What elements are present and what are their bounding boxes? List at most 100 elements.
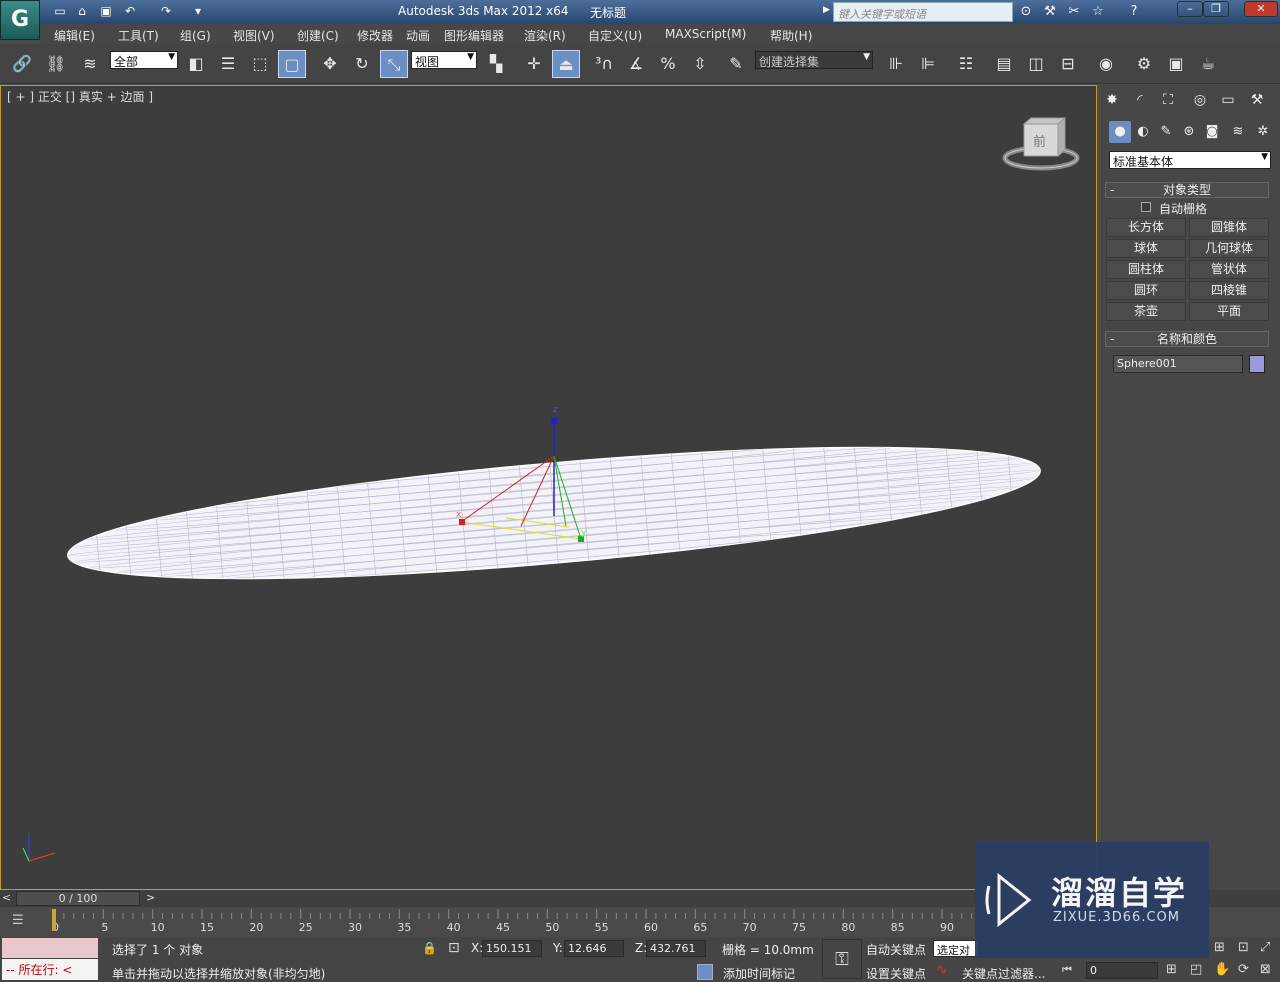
spinner-snap-icon[interactable]: ⇳ <box>686 50 714 78</box>
pivot-center-icon[interactable]: ▚ <box>482 50 510 78</box>
menu-edit[interactable]: 编辑(E) <box>54 27 95 44</box>
zoom-extents-icon[interactable]: ⊡ <box>1238 940 1249 955</box>
menu-graph-editors[interactable]: 图形编辑器 <box>444 27 504 44</box>
maxscript-listener-mini[interactable] <box>2 938 98 958</box>
sphere-button[interactable]: 球体 <box>1106 239 1186 258</box>
menu-views[interactable]: 视图(V) <box>233 27 275 44</box>
select-object-icon[interactable]: ◧ <box>182 50 210 78</box>
edit-named-selection-icon[interactable]: ✎ <box>722 50 750 78</box>
minimize-button[interactable]: – <box>1177 1 1203 17</box>
time-slider-thumb[interactable]: 0 / 100 <box>16 891 140 906</box>
select-and-link-icon[interactable]: 🔗 <box>8 50 36 78</box>
auto-key-button[interactable]: 自动关键点 <box>866 941 926 958</box>
orbit-icon[interactable]: ⟳ <box>1238 962 1249 977</box>
space-warps-subtab-icon[interactable]: ≋ <box>1227 121 1249 143</box>
communication-icon[interactable]: ✂ <box>1065 3 1083 21</box>
current-frame-marker[interactable] <box>52 909 56 931</box>
x-coordinate-input[interactable]: 150.151 <box>482 940 542 957</box>
undo-icon[interactable]: ↶ <box>122 4 138 19</box>
restore-button[interactable]: ❐ <box>1203 1 1229 17</box>
modify-tab-icon[interactable]: ◜ <box>1129 89 1151 111</box>
time-tag-icon[interactable] <box>697 964 713 980</box>
search-expand-icon[interactable]: ▶ <box>823 5 830 15</box>
select-and-move-icon[interactable]: ✥ <box>316 50 344 78</box>
quick-access-dropdown-icon[interactable]: ▾ <box>190 4 206 19</box>
redo-icon[interactable]: ↷ <box>158 4 174 19</box>
torus-button[interactable]: 圆环 <box>1106 281 1186 300</box>
zoom-extents-all-icon[interactable]: ⊞ <box>1214 940 1225 955</box>
autogrid-checkbox[interactable] <box>1141 202 1151 212</box>
cone-button[interactable]: 圆锥体 <box>1189 218 1269 237</box>
lock-selection-icon[interactable]: 🔒 <box>422 941 437 955</box>
plane-button[interactable]: 平面 <box>1189 302 1269 321</box>
add-time-tag-button[interactable]: 添加时间标记 <box>723 965 795 982</box>
pyramid-button[interactable]: 四棱锥 <box>1189 281 1269 300</box>
mirror-icon[interactable]: ⊪ <box>882 50 910 78</box>
teapot-button[interactable]: 茶壶 <box>1106 302 1186 321</box>
object-color-swatch[interactable] <box>1249 355 1265 373</box>
menu-tools[interactable]: 工具(T) <box>118 27 159 44</box>
select-manipulate-icon[interactable]: ✛ <box>520 50 548 78</box>
menu-help[interactable]: 帮助(H) <box>770 27 812 44</box>
hierarchy-tab-icon[interactable]: ⛶ <box>1157 89 1179 111</box>
select-by-name-icon[interactable]: ☰ <box>214 50 242 78</box>
motion-tab-icon[interactable]: ◎ <box>1189 89 1211 111</box>
unlink-selection-icon[interactable]: ⛓ <box>42 50 70 78</box>
menu-modifiers[interactable]: 修改器 <box>357 27 393 44</box>
favorites-star-icon[interactable]: ☆ <box>1089 3 1107 21</box>
select-and-rotate-icon[interactable]: ↻ <box>348 50 376 78</box>
time-slider-next-icon[interactable]: > <box>146 891 155 904</box>
layer-manager-icon[interactable]: ☷ <box>952 50 980 78</box>
systems-subtab-icon[interactable]: ✲ <box>1252 121 1274 143</box>
object-name-input[interactable]: Sphere001 <box>1113 355 1243 373</box>
bind-space-warp-icon[interactable]: ≋ <box>76 50 104 78</box>
keyboard-shortcut-override-icon[interactable]: ⏏ <box>552 50 580 78</box>
pan-view-icon[interactable]: ✋ <box>1214 962 1230 977</box>
menu-animation[interactable]: 动画 <box>406 27 430 44</box>
geosphere-button[interactable]: 几何球体 <box>1189 239 1269 258</box>
display-tab-icon[interactable]: ▭ <box>1217 89 1239 111</box>
goto-start-icon[interactable]: ⏮ <box>1062 963 1072 977</box>
window-crossing-icon[interactable]: ▢ <box>278 50 306 78</box>
angle-snap-icon[interactable]: ∡ <box>622 50 650 78</box>
menu-rendering[interactable]: 渲染(R) <box>524 27 566 44</box>
time-config-icon[interactable]: ⊞ <box>1166 962 1177 977</box>
lights-subtab-icon[interactable]: ✎ <box>1155 121 1177 143</box>
set-key-button[interactable]: 设置关键点 <box>866 965 926 982</box>
schematic-view-icon[interactable]: ⊟ <box>1054 50 1082 78</box>
material-editor-icon[interactable]: ◉ <box>1092 50 1120 78</box>
time-slider-prev-icon[interactable]: < <box>2 891 11 904</box>
new-file-icon[interactable]: ▭ <box>52 4 68 19</box>
track-bar[interactable]: ☰ 051015202530354045505560657075808590 <box>0 907 975 937</box>
render-setup-icon[interactable]: ⚙ <box>1130 50 1158 78</box>
box-button[interactable]: 长方体 <box>1106 218 1186 237</box>
utilities-tab-icon[interactable]: ⚒ <box>1246 89 1268 111</box>
geometry-subtab-icon[interactable]: ● <box>1109 121 1131 143</box>
create-tab-icon[interactable]: ✸ <box>1101 89 1123 111</box>
close-button[interactable]: ✕ <box>1244 1 1278 17</box>
curve-editor-icon[interactable]: ◫ <box>1022 50 1050 78</box>
object-category-dropdown[interactable]: 标准基本体 ▼ <box>1109 151 1271 169</box>
rendered-frame-window-icon[interactable]: ▣ <box>1162 50 1190 78</box>
shapes-subtab-icon[interactable]: ◐ <box>1132 121 1154 143</box>
graphite-tools-icon[interactable]: ▤ <box>990 50 1018 78</box>
menu-maxscript[interactable]: MAXScript(M) <box>665 27 746 41</box>
snaps-toggle-icon[interactable]: ³∩ <box>590 50 618 78</box>
binoculars-icon[interactable]: ⊙ <box>1017 3 1035 21</box>
name-color-rollout[interactable]: - 名称和颜色 <box>1105 331 1269 347</box>
helpers-subtab-icon[interactable]: ◙ <box>1201 121 1223 143</box>
render-production-icon[interactable]: ☕ <box>1194 50 1222 78</box>
menu-group[interactable]: 组(G) <box>180 27 211 44</box>
z-coordinate-input[interactable]: 432.761 <box>646 940 706 957</box>
align-icon[interactable]: ⊫ <box>914 50 942 78</box>
help-icon[interactable]: ? <box>1125 3 1143 21</box>
menu-customize[interactable]: 自定义(U) <box>588 27 642 44</box>
maximize-toggle-icon[interactable]: ⊠ <box>1260 962 1271 977</box>
key-filters-button[interactable]: 关键点过滤器... <box>962 965 1045 982</box>
absolute-mode-icon[interactable]: ⊡ <box>448 940 460 956</box>
open-file-icon[interactable]: ⌂ <box>74 4 90 19</box>
subscription-icon[interactable]: ⚒ <box>1041 3 1059 21</box>
maximize-viewport-icon[interactable]: ⤢ <box>1260 940 1270 955</box>
save-icon[interactable]: ▣ <box>98 4 114 19</box>
cylinder-button[interactable]: 圆柱体 <box>1106 260 1186 279</box>
